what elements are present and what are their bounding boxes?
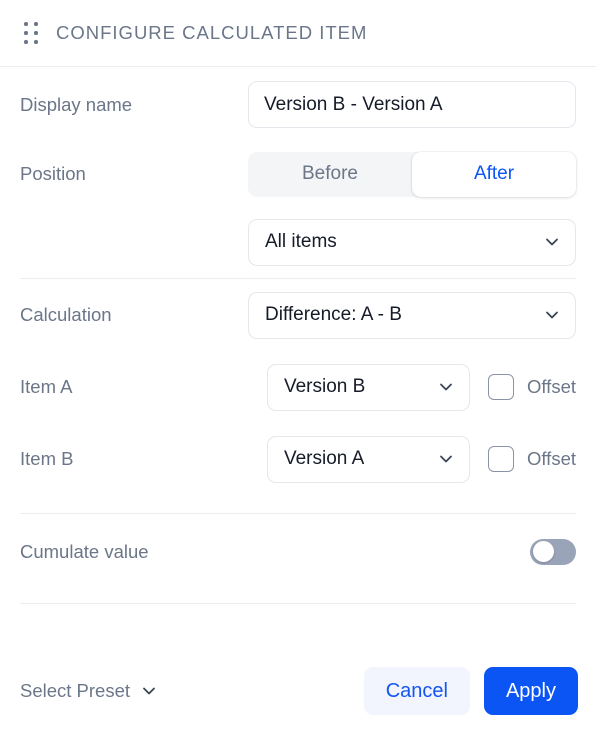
chevron-down-icon [437, 378, 455, 396]
calculation-field-wrap: Difference: A - B [248, 291, 576, 339]
item-b-field-wrap: Version A Offset [266, 435, 576, 483]
scope-field-wrap: All items [248, 218, 576, 266]
item-a-row: Item A Version B Offset [0, 351, 596, 423]
item-a-field-wrap: Version B Offset [266, 363, 576, 411]
select-preset-label: Select Preset [20, 680, 131, 701]
chevron-down-icon [543, 306, 561, 324]
item-a-offset-label: Offset [526, 376, 576, 397]
calculation-row: Calculation Difference: A - B [0, 279, 596, 351]
position-before-button[interactable]: Before [248, 152, 412, 197]
position-segmented-control: Before After [248, 151, 576, 197]
position-row: Position Before After [0, 142, 596, 206]
item-b-select[interactable]: Version A [266, 435, 470, 483]
item-a-offset-checkbox[interactable] [487, 374, 514, 400]
chevron-down-icon [140, 682, 158, 700]
chevron-down-icon [543, 233, 561, 251]
cumulate-value-label: Cumulate value [20, 540, 149, 562]
display-name-row: Display name [0, 67, 596, 142]
item-a-label: Item A [20, 376, 73, 397]
item-b-offset-label: Offset [526, 448, 576, 469]
drag-dots-icon[interactable] [24, 22, 38, 44]
display-name-field-wrap [248, 81, 576, 128]
panel-header: CONFIGURE CALCULATED ITEM [0, 0, 596, 67]
toggle-knob [532, 541, 554, 562]
scope-row: All items [0, 206, 596, 278]
position-field-wrap: Before After [248, 151, 576, 197]
scope-select-value: All items [265, 231, 337, 252]
item-b-offset-group: Offset [487, 446, 576, 472]
panel-body: Display name Position Before After All i… [0, 67, 596, 652]
select-preset-dropdown[interactable]: Select Preset [20, 680, 158, 702]
scope-select[interactable]: All items [248, 218, 576, 266]
divider-bottom [20, 603, 576, 604]
item-a-select-value: Version B [283, 376, 366, 397]
position-after-button[interactable]: After [412, 151, 576, 197]
item-b-label: Item B [20, 448, 74, 469]
page-title: CONFIGURE CALCULATED ITEM [56, 22, 368, 43]
calculation-select-value: Difference: A - B [265, 304, 402, 325]
item-b-select-value: Version A [283, 448, 365, 469]
item-b-offset-checkbox[interactable] [487, 446, 514, 472]
display-name-input[interactable] [248, 81, 576, 128]
cumulate-value-toggle[interactable] [530, 538, 576, 565]
cumulate-value-row: Cumulate value [0, 514, 596, 589]
item-a-offset-group: Offset [487, 374, 576, 400]
cumulate-toggle-wrap [530, 538, 576, 565]
configure-calculated-item-panel: CONFIGURE CALCULATED ITEM Display name P… [0, 0, 596, 730]
item-b-row: Item B Version A Offset [0, 423, 596, 495]
chevron-down-icon [437, 450, 455, 468]
panel-footer: Select Preset Cancel Apply [0, 652, 596, 730]
calculation-select[interactable]: Difference: A - B [248, 291, 576, 339]
display-name-label: Display name [20, 93, 133, 115]
item-a-select[interactable]: Version B [266, 363, 470, 411]
apply-button[interactable]: Apply [483, 667, 578, 715]
cancel-button[interactable]: Cancel [363, 667, 470, 715]
calculation-label: Calculation [20, 304, 112, 325]
position-label: Position [20, 163, 86, 184]
